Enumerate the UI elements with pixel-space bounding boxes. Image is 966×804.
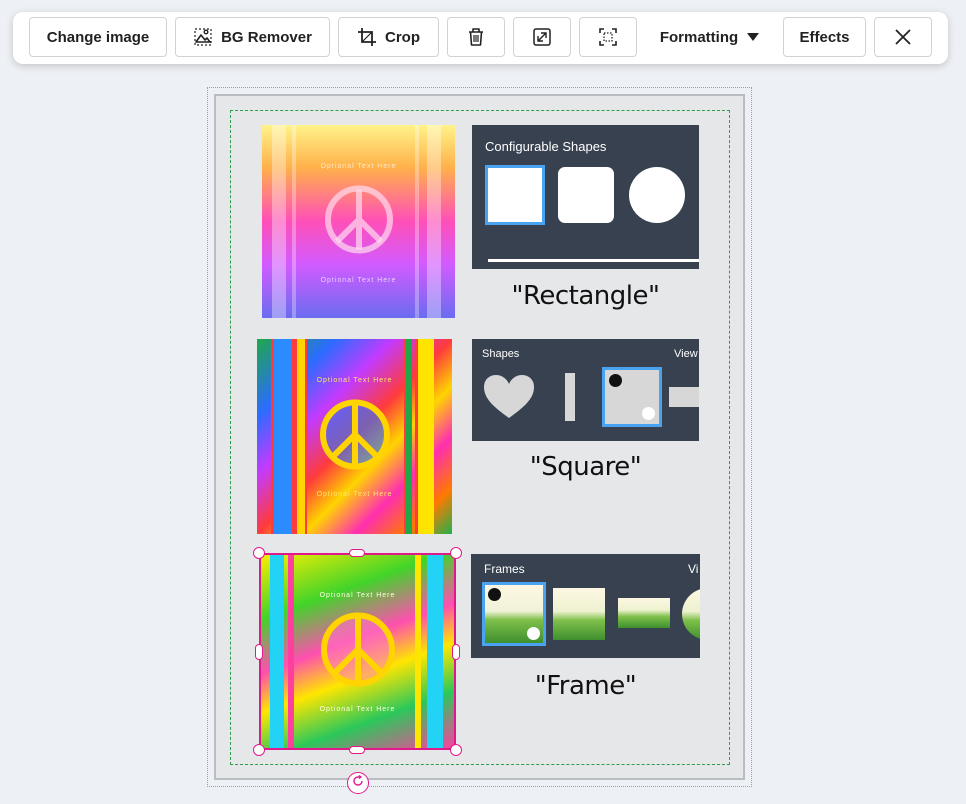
- image-toolbar: Change image BG Remover Crop Formatting: [13, 12, 948, 64]
- resize-handle-bottom-right[interactable]: [450, 744, 462, 756]
- effects-button[interactable]: Effects: [783, 17, 866, 57]
- fit-frame-button[interactable]: [579, 17, 637, 57]
- rectangle-shape-option[interactable]: [485, 165, 545, 225]
- artwork-text-bottom-3: Optional Text Here: [319, 706, 396, 713]
- heart-shape-option[interactable]: [484, 375, 534, 424]
- resize-handle-bottom[interactable]: [349, 746, 365, 754]
- view-link[interactable]: View: [674, 348, 698, 360]
- effects-label: Effects: [799, 28, 850, 46]
- artwork-text-top-3: Optional Text Here: [319, 592, 396, 599]
- bg-remover-icon: [193, 27, 213, 47]
- caption-square: "Square": [529, 452, 642, 482]
- artwork-text-top: Optional Text Here: [320, 163, 397, 170]
- line-shape-option[interactable]: [565, 373, 575, 421]
- rotate-icon: [352, 774, 364, 792]
- artwork-text-bottom: Optional Text Here: [320, 277, 397, 284]
- circle-shape-option[interactable]: [629, 167, 685, 223]
- peace-sign-icon: [323, 183, 395, 260]
- change-image-label: Change image: [46, 28, 150, 46]
- landscape-frame-option[interactable]: [553, 588, 605, 640]
- configurable-shapes-panel: Configurable Shapes: [472, 125, 699, 269]
- artwork-image-1[interactable]: Optional Text Here Optional Text Here: [262, 125, 455, 318]
- square-frame-option[interactable]: [482, 582, 546, 646]
- close-toolbar-button[interactable]: [874, 17, 932, 57]
- info-icon: [642, 407, 655, 420]
- delete-button[interactable]: [447, 17, 505, 57]
- artwork-text-bottom-2: Optional Text Here: [316, 491, 393, 498]
- panel-title: Shapes: [482, 348, 520, 360]
- square-shape-option[interactable]: [602, 367, 662, 427]
- resize-button[interactable]: [513, 17, 571, 57]
- formatting-label: Formatting: [659, 28, 739, 46]
- change-image-button[interactable]: Change image: [29, 17, 167, 57]
- caption-rectangle: "Rectangle": [511, 281, 660, 311]
- caret-down-icon: [746, 32, 760, 42]
- trash-icon: [467, 27, 485, 47]
- zoom-badge-icon: [488, 588, 501, 601]
- circle-frame-option[interactable]: [682, 588, 700, 640]
- panel-title: Configurable Shapes: [485, 139, 607, 154]
- resize-handle-right[interactable]: [452, 644, 460, 660]
- bg-remover-label: BG Remover: [221, 28, 312, 46]
- rotate-handle[interactable]: [347, 772, 369, 794]
- formatting-dropdown[interactable]: Formatting: [645, 17, 775, 57]
- resize-handle-top[interactable]: [349, 549, 365, 557]
- view-link[interactable]: Vi: [688, 562, 698, 576]
- artwork-text-top-2: Optional Text Here: [316, 377, 393, 384]
- crop-icon: [357, 27, 377, 47]
- caption-frame: "Frame": [534, 671, 637, 701]
- shapes-panel: Shapes View: [472, 339, 699, 441]
- frames-panel: Frames Vi: [471, 554, 700, 658]
- crop-button[interactable]: Crop: [338, 17, 439, 57]
- peace-sign-icon: [317, 396, 393, 477]
- fit-frame-icon: [598, 27, 618, 47]
- panel-title: Frames: [484, 562, 525, 576]
- resize-handle-top-right[interactable]: [450, 547, 462, 559]
- crop-label: Crop: [385, 28, 420, 46]
- close-icon: [895, 29, 911, 45]
- wide-frame-option[interactable]: [618, 598, 670, 628]
- info-icon: [527, 627, 540, 640]
- zoom-badge-icon: [609, 374, 622, 387]
- bg-remover-button[interactable]: BG Remover: [175, 17, 330, 57]
- artwork-image-3[interactable]: Optional Text Here Optional Text Here: [260, 554, 455, 749]
- resize-handle-left[interactable]: [255, 644, 263, 660]
- artwork-image-2[interactable]: Optional Text Here Optional Text Here: [257, 339, 452, 534]
- bar-shape-option[interactable]: [669, 387, 699, 407]
- peace-sign-icon: [318, 609, 398, 694]
- expand-icon: [532, 27, 552, 47]
- rounded-square-shape-option[interactable]: [558, 167, 614, 223]
- resize-handle-top-left[interactable]: [253, 547, 265, 559]
- panel-scrollbar[interactable]: [488, 259, 699, 262]
- resize-handle-bottom-left[interactable]: [253, 744, 265, 756]
